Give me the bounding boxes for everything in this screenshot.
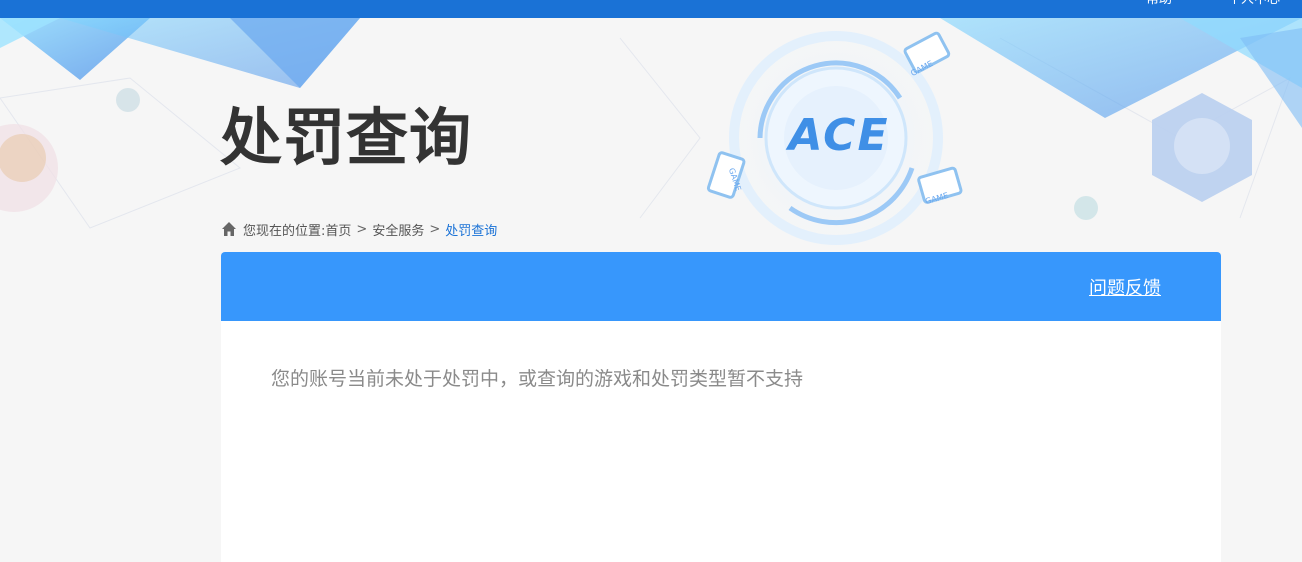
ace-logo: ACE [788,110,890,161]
page-title: 处罚查询 [220,101,473,174]
home-icon [222,222,236,236]
feedback-link[interactable]: 问题反馈 [1089,274,1161,300]
top-nav-bar: 帮助 个人中心 [0,0,1302,18]
panel-body: 您的账号当前未处于处罚中，或查询的游戏和处罚类型暂不支持 [221,321,1221,562]
top-nav-link-help[interactable]: 帮助 [1146,0,1172,8]
breadcrumb-link-home[interactable]: 首页 [325,220,351,239]
breadcrumb: 您现在的位置: 首页 > 安全服务 > 处罚查询 [221,219,497,239]
header-banner: ACE GAME GAME GAME [0,18,1302,252]
top-nav-link-user-center[interactable]: 个人中心 [1228,0,1280,8]
breadcrumb-prefix: 您现在的位置: [243,223,326,239]
banner-background-art [0,18,1302,252]
breadcrumb-separator: > [356,221,368,237]
no-penalty-message: 您的账号当前未处于处罚中，或查询的游戏和处罚类型暂不支持 [271,368,804,390]
breadcrumb-link-security-services[interactable]: 安全服务 [372,220,424,239]
breadcrumb-current[interactable]: 处罚查询 [445,220,497,239]
breadcrumb-separator: > [429,221,441,237]
panel-header: 问题反馈 [221,252,1221,321]
